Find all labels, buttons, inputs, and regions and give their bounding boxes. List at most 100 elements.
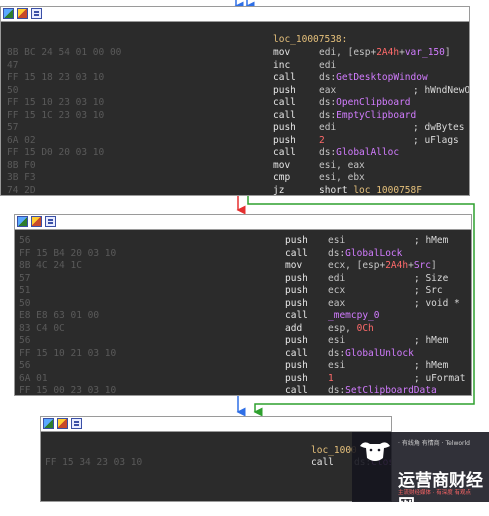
- comment: ; dwBytes: [413, 122, 465, 133]
- operands: ds:GlobalUnlock: [328, 348, 414, 361]
- comment: ; hMem: [414, 235, 449, 246]
- operand-part: 1: [328, 372, 334, 384]
- instruction-row[interactable]: 56 push esi ; hMem: [15, 335, 471, 348]
- instruction-row[interactable]: 8B F0 mov esi, eax: [1, 160, 469, 173]
- graph-overview-icon[interactable]: [43, 418, 54, 429]
- mnemonic: push: [285, 297, 308, 309]
- operand-part: esi, eax: [319, 159, 365, 171]
- text-view-icon[interactable]: [71, 418, 82, 429]
- opcode-bytes: 56: [19, 360, 31, 371]
- symbol-reference[interactable]: var_150: [405, 47, 445, 58]
- label-reference[interactable]: loc_1000758F: [353, 185, 422, 196]
- block-label[interactable]: loc_1000: [311, 445, 357, 458]
- comment: ; Size: [414, 272, 449, 284]
- opcode-bytes: 50: [19, 297, 31, 309]
- mnemonic: push: [273, 122, 296, 133]
- mnemonic: push: [285, 272, 308, 284]
- symbol-reference[interactable]: GlobalUnlock: [345, 348, 414, 359]
- instruction-row[interactable]: 74 2D jz short loc_1000758F: [1, 184, 469, 196]
- instruction-row[interactable]: FF 15 1C 23 03 10 call ds:EmptyClipboard: [1, 110, 469, 123]
- instruction-row[interactable]: 47 inc edi: [1, 60, 469, 73]
- operand-part: ds:: [319, 72, 337, 83]
- instruction-row[interactable]: 56 push esi ; hMem: [15, 360, 471, 373]
- block-label-row: loc_1000: [41, 445, 391, 458]
- symbol-reference[interactable]: Src: [414, 260, 431, 271]
- operands: 2: [319, 135, 325, 148]
- instruction-row[interactable]: FF 15 D0 20 03 10 call ds:GlobalAlloc: [1, 147, 469, 160]
- instruction-row[interactable]: 57 push edi ; dwBytes: [1, 122, 469, 135]
- operand-part: edi: [328, 272, 346, 284]
- text-view-icon[interactable]: [31, 8, 42, 19]
- symbol-reference[interactable]: GlobalLock: [345, 248, 402, 259]
- instruction-row[interactable]: 8B BC 24 54 01 00 00 mov edi, [esp+2A4h+va…: [1, 47, 469, 60]
- operand-part: 0Ch: [356, 322, 374, 334]
- instruction-row[interactable]: FF 15 B4 20 03 10 call ds:GlobalLock: [15, 248, 471, 261]
- watermark-subtext: 主流财经媒体 · 有深度 有观点: [398, 490, 471, 496]
- instruction-row[interactable]: 8B 4C 24 1C mov ecx, [esp+2A4h+Src]: [15, 260, 471, 273]
- instruction-row[interactable]: 51 push ecx ; Src: [15, 285, 471, 298]
- instruction-row[interactable]: 50 push eax ; hWndNewOwner: [1, 85, 469, 98]
- comment: ; hWndNewOwner: [413, 84, 470, 96]
- instruction-row[interactable]: 6A 01 push 1 ; uFormat: [15, 373, 471, 386]
- symbol-reference[interactable]: EmptyClipboard: [336, 110, 416, 121]
- symbol-reference[interactable]: _memcpy_0: [328, 310, 379, 321]
- instruction-row[interactable]: FF 15 34 23 03 10callds:CloseClipboard: [41, 457, 391, 470]
- opcode-bytes: 56: [19, 235, 31, 246]
- instruction-row[interactable]: FF 15 10 23 03 10 call ds:OpenClipboard: [1, 97, 469, 110]
- color-palette-icon[interactable]: [31, 216, 42, 227]
- operands: short loc_1000758F: [319, 185, 422, 196]
- operands: esi, eax: [319, 160, 365, 173]
- symbol-reference[interactable]: GetDesktopWindow: [336, 72, 428, 83]
- code-block-memcpy[interactable]: 56 push esi; hMem FF 15 B4 20 03 10 call ds:G…: [14, 214, 472, 396]
- operand-part: edi: [319, 122, 337, 133]
- instruction-row[interactable]: FF 15 00 23 03 10 call ds:SetClipboardData: [15, 385, 471, 396]
- instruction-row[interactable]: 6A 02 push 2 ; uFlags: [1, 135, 469, 148]
- block-label-row: loc_10007538:: [1, 34, 469, 47]
- code-block-loc-10007538[interactable]: loc_10007538: 8B BC 24 54 01 00 00 mov edi…: [0, 6, 470, 196]
- operand-part: 2A4h: [385, 260, 409, 271]
- graph-overview-icon[interactable]: [3, 8, 14, 19]
- instruction-row[interactable]: 3B F3 cmp esi, ebx: [1, 172, 469, 185]
- instruction-row[interactable]: FF 15 10 21 03 10 call ds:GlobalUnlock: [15, 348, 471, 361]
- operand-part: eax: [319, 84, 337, 96]
- comment: ; uFlags: [413, 134, 459, 146]
- instruction-row[interactable]: 50 push eax ; void *: [15, 298, 471, 311]
- opcode-bytes: E8 E8 63 01 00: [19, 310, 100, 321]
- instruction-row[interactable]: 57 push edi ; Size: [15, 273, 471, 286]
- operands: edi: [319, 122, 336, 135]
- mnemonic: call: [285, 385, 308, 396]
- graph-overview-icon[interactable]: [17, 216, 28, 227]
- symbol-reference[interactable]: OpenClipboard: [336, 97, 410, 108]
- color-palette-icon[interactable]: [57, 418, 68, 429]
- instruction-row[interactable]: 56 push esi ; hMem: [15, 235, 471, 248]
- opcode-bytes: 83 C4 0C: [19, 322, 65, 334]
- operand-part: ds:: [319, 97, 337, 108]
- block-label[interactable]: loc_10007538:: [273, 34, 347, 47]
- operands: edi, [esp+2A4h+var_150]: [319, 47, 451, 60]
- block-titlebar: [1, 7, 469, 22]
- opcode-bytes: 57: [7, 122, 19, 133]
- comment: ; hMem: [414, 360, 449, 371]
- operand-part: ecx: [328, 285, 346, 296]
- mnemonic: jz: [273, 184, 285, 196]
- watermark-tagline: · 有线角 有情商 · Telworld: [398, 440, 470, 447]
- operands: eax: [319, 85, 336, 98]
- mnemonic: call: [273, 97, 296, 108]
- instruction-row[interactable]: 83 C4 0C add esp, 0Ch: [15, 323, 471, 336]
- operand-part: esi: [328, 360, 346, 371]
- operand-part: esi, ebx: [319, 172, 365, 183]
- symbol-reference[interactable]: SetClipboardData: [345, 385, 437, 395]
- operands: esp, 0Ch: [328, 323, 374, 336]
- symbol-reference[interactable]: GlobalAlloc: [336, 147, 399, 158]
- opcode-bytes: FF 15 1C 23 03 10: [7, 109, 105, 121]
- color-palette-icon[interactable]: [17, 8, 28, 19]
- operands: eax: [328, 298, 345, 311]
- text-view-icon[interactable]: [45, 216, 56, 227]
- code-block-close-clipboard[interactable]: loc_1000 FF 15 34 23 03 10callds:CloseCl…: [40, 416, 392, 502]
- instruction-row[interactable]: FF 15 18 23 03 10 call ds:GetDesktopWindow: [1, 72, 469, 85]
- operands: esi: [328, 235, 345, 248]
- operand-part: esi: [328, 335, 346, 346]
- instruction-row[interactable]: E8 E8 63 01 00 call _memcpy_0: [15, 310, 471, 323]
- opcode-bytes: 57: [19, 272, 31, 284]
- mnemonic: cmp: [273, 172, 291, 183]
